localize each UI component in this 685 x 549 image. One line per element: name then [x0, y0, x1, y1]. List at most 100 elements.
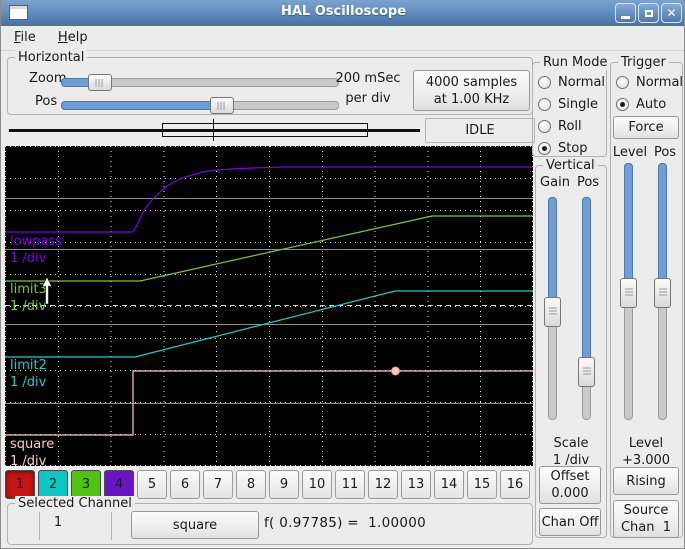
capture-status: IDLE: [465, 123, 495, 138]
vertical-pos-slider[interactable]: [578, 197, 595, 420]
channel-button-9[interactable]: 9: [269, 470, 299, 499]
channel-button-2[interactable]: 2: [38, 470, 68, 499]
scope-display[interactable]: lowpass 1 /div limit3 1 /div limit2 1 /div squ…: [5, 146, 533, 469]
pos-slider-label: Pos: [35, 94, 58, 109]
time-per-div-value: 200 mSec: [335, 71, 401, 86]
vertical-gain-slider[interactable]: [544, 197, 561, 420]
trace-scale-lowpass: 1 /div: [10, 251, 47, 266]
minimize-button[interactable]: [615, 3, 636, 23]
trigger-level-readout-label: Level: [628, 436, 664, 451]
sample-rate-line2: at 1.00 KHz: [433, 91, 510, 107]
trigger-source-line2: Chan 1: [620, 520, 672, 535]
channel-button-3[interactable]: 3: [71, 470, 101, 499]
trigger-level-slider-label: Level: [612, 145, 648, 160]
run-mode-option-single[interactable]: Single: [533, 93, 606, 115]
chan-off-label: Chan Off: [541, 514, 599, 530]
title-bar: HAL Oscilloscope ✕: [1, 0, 684, 26]
channel-button-15[interactable]: 15: [467, 470, 497, 499]
separator: [39, 512, 40, 540]
vertical-frame-label: Vertical: [543, 158, 598, 173]
radio-icon: [538, 97, 551, 111]
record-window-indicator: [162, 123, 368, 137]
selected-channel-number: 1: [53, 515, 63, 530]
pos-slider-handle[interactable]: [210, 97, 234, 114]
channel-button-6[interactable]: 6: [170, 470, 200, 499]
vertical-pos-slider-handle[interactable]: [578, 357, 595, 387]
offset-button-value: 0.000: [551, 486, 589, 501]
force-button[interactable]: Force: [613, 116, 679, 139]
channel-button-4[interactable]: 4: [104, 470, 134, 499]
radio-label: Stop: [558, 140, 588, 156]
channel-name: square: [172, 517, 218, 533]
channel-button-7[interactable]: 7: [203, 470, 233, 499]
channel-button-10[interactable]: 10: [302, 470, 332, 499]
trigger-pos-slider-label: Pos: [653, 145, 677, 160]
run-mode-option-roll[interactable]: Roll: [533, 115, 606, 137]
separator: [111, 512, 112, 540]
trigger-pos-slider-handle[interactable]: [654, 278, 671, 308]
trigger-level-slider-handle[interactable]: [620, 278, 637, 308]
radio-label: Normal: [636, 74, 684, 90]
channel-button-1[interactable]: 1: [5, 470, 35, 499]
horizontal-frame-label: Horizontal: [15, 50, 88, 65]
horizontal-pos-slider[interactable]: [61, 97, 339, 114]
trace-scale-square: 1 /div: [10, 454, 47, 469]
maximize-button[interactable]: [638, 3, 659, 23]
radio-label: Auto: [636, 96, 667, 112]
zoom-slider-handle[interactable]: [88, 74, 112, 91]
radio-icon: [616, 97, 629, 111]
trigger-source-button[interactable]: Source Chan 1: [613, 500, 679, 538]
sample-rate-button[interactable]: 4000 samples at 1.00 KHz: [413, 70, 530, 111]
channel-button-14[interactable]: 14: [434, 470, 464, 499]
trigger-mode-option-auto[interactable]: Auto: [611, 93, 682, 115]
trace-label-square: square: [10, 437, 55, 452]
capture-status-box: IDLE: [425, 118, 535, 143]
radio-icon: [538, 119, 551, 133]
run-mode-option-normal[interactable]: Normal: [533, 71, 606, 93]
chan-off-button[interactable]: Chan Off: [539, 508, 601, 536]
zoom-slider[interactable]: [61, 74, 339, 91]
trigger-edge-button[interactable]: Rising: [613, 467, 679, 495]
menu-file[interactable]: File: [5, 26, 45, 48]
gain-slider-fill: [548, 197, 557, 311]
channel-name-button[interactable]: square: [131, 511, 259, 539]
trigger-level-slider[interactable]: [620, 163, 637, 420]
close-icon: ✕: [666, 6, 677, 20]
cursor-value-readout: f( 0.97785) = 1.00000: [264, 515, 427, 531]
channel-button-8[interactable]: 8: [236, 470, 266, 499]
trigger-pos-slider[interactable]: [654, 163, 671, 420]
trigger-mode-option-normal[interactable]: Normal: [611, 71, 684, 93]
channel-button-12[interactable]: 12: [368, 470, 398, 499]
radio-label: Single: [558, 96, 598, 112]
time-per-div-unit: per div: [345, 91, 391, 106]
close-button[interactable]: ✕: [661, 3, 682, 23]
run-mode-frame-label: Run Mode: [540, 55, 611, 70]
menu-help[interactable]: Help: [49, 26, 97, 48]
channel-button-11[interactable]: 11: [335, 470, 365, 499]
vertical-frame: Vertical Gain Pos Scale 1 /div Offset 0.…: [535, 158, 607, 538]
trigger-level-slider-fill: [624, 163, 633, 292]
radio-icon: [538, 141, 551, 155]
window-title: HAL Oscilloscope: [280, 4, 407, 19]
menu-bar: File Help: [1, 26, 684, 51]
channel-button-13[interactable]: 13: [401, 470, 431, 499]
trigger-edge-label: Rising: [626, 473, 666, 489]
vertical-pos-slider-fill: [582, 197, 591, 371]
sample-marker: [391, 366, 400, 376]
pos-slider-fill: [61, 101, 221, 110]
radio-label: Normal: [558, 74, 606, 90]
minimize-icon: [621, 15, 630, 19]
selected-channel-frame: Selected Channel 1 square f( 0.97785) = …: [7, 496, 533, 545]
trigger-frame: Trigger Normal Auto Force Level Pos Level…: [610, 55, 684, 538]
offset-button[interactable]: Offset 0.000: [539, 466, 601, 504]
channel-button-16[interactable]: 16: [500, 470, 530, 499]
gain-slider-label: Gain: [540, 175, 570, 190]
window-icon: [9, 5, 28, 20]
channel-button-5[interactable]: 5: [137, 470, 167, 499]
selected-channel-frame-label: Selected Channel: [15, 496, 135, 511]
record-trigger-marker: [213, 119, 214, 141]
trigger-level-readout-value: +3.000: [621, 453, 671, 468]
run-mode-option-stop[interactable]: Stop: [533, 137, 606, 159]
gain-slider-handle[interactable]: [544, 297, 561, 327]
trace-scale-limit2: 1 /div: [10, 375, 47, 390]
